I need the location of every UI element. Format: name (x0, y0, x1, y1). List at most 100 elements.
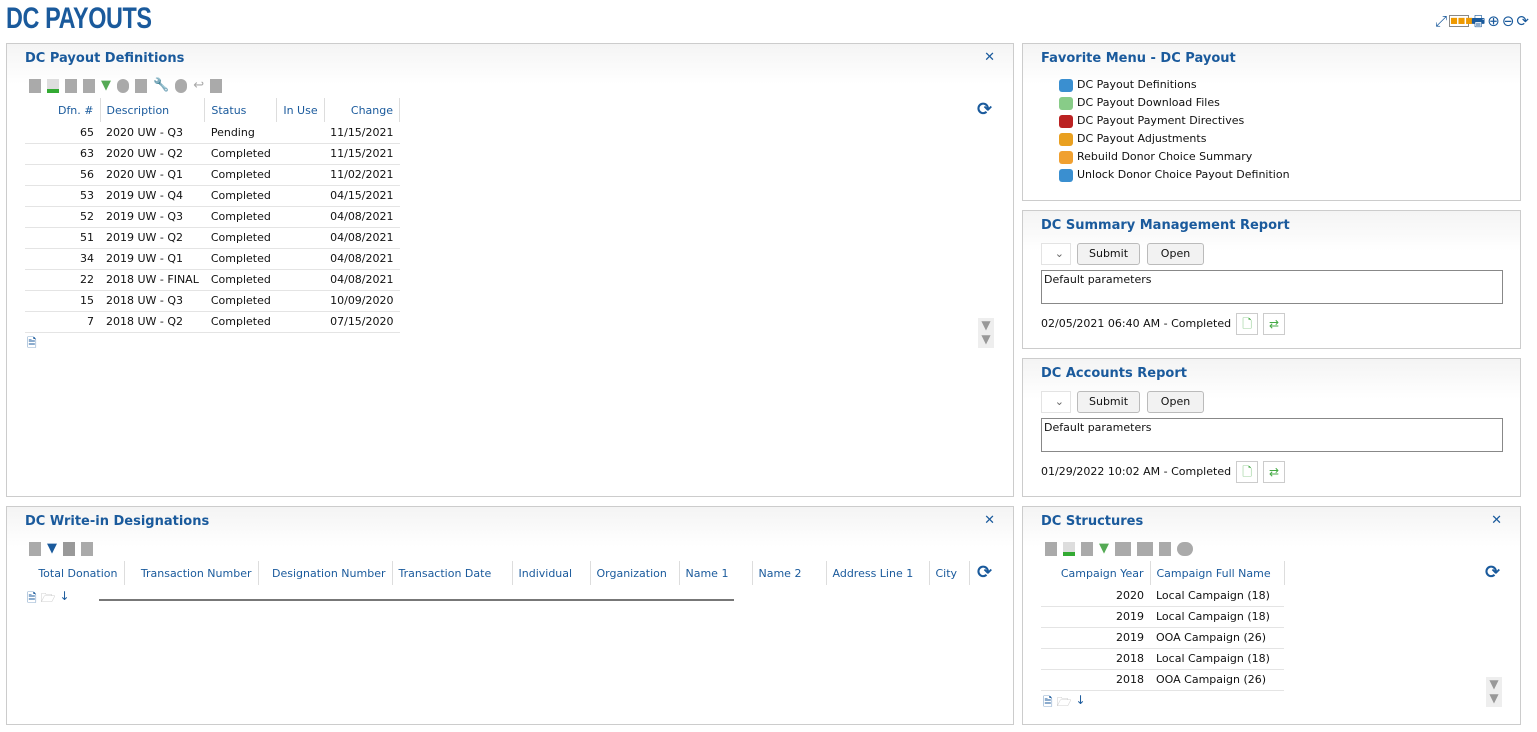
export-excel-icon[interactable]: 🗎 (1043, 693, 1053, 714)
column-header[interactable]: Description (100, 98, 206, 122)
download-icon[interactable]: ↓ (1076, 693, 1086, 714)
column-header[interactable]: Status (204, 98, 278, 122)
column-header[interactable]: Designation Number (258, 561, 393, 585)
table-row[interactable]: 2018 OOA Campaign (26) (1041, 669, 1284, 691)
report-format-select[interactable]: ⌄ (1041, 391, 1071, 413)
undo-icon[interactable]: ↩ (193, 79, 204, 93)
table-row[interactable]: 52 2019 UW - Q3 Completed 04/08/2021 (25, 206, 400, 228)
table-row[interactable]: 2019 Local Campaign (18) (1041, 606, 1284, 628)
parameters-field[interactable]: Default parameters (1041, 418, 1503, 452)
column-header[interactable]: Campaign Year (1041, 561, 1151, 585)
table-row[interactable]: 2019 OOA Campaign (26) (1041, 627, 1284, 649)
table-row[interactable]: 22 2018 UW - FINAL Completed 04/08/2021 (25, 269, 400, 291)
refresh-icon[interactable]: ⟳ (977, 99, 992, 120)
maximize-icon[interactable]: ✕ (984, 50, 995, 65)
wrench-icon[interactable]: 🔧 (153, 79, 169, 93)
open-folder-icon[interactable]: 🗁 (1057, 693, 1072, 714)
delete-icon[interactable] (1081, 542, 1093, 556)
copy-icon[interactable] (1159, 542, 1171, 556)
dollar-icon[interactable] (175, 79, 188, 93)
remove-circle-icon[interactable]: ⊖ (1502, 13, 1515, 29)
horizontal-scrollbar[interactable] (99, 599, 734, 601)
new-icon[interactable] (1045, 542, 1057, 556)
column-header[interactable]: In Use (276, 98, 325, 122)
export-excel-icon[interactable]: 🗎 (27, 334, 37, 355)
scroll-to-end-button[interactable]: ▼ ▼ (1486, 677, 1502, 707)
favorite-item[interactable]: DC Payout Definitions (1059, 76, 1290, 94)
download-icon[interactable]: ↓ (60, 589, 70, 610)
open-button[interactable]: Open (1147, 391, 1204, 413)
submit-button[interactable]: Submit (1077, 243, 1140, 265)
table-row[interactable]: 65 2020 UW - Q3 Pending 11/15/2021 (25, 122, 400, 144)
column-header[interactable]: Organization (590, 561, 680, 585)
edit-icon[interactable] (1137, 542, 1153, 556)
notes-icon[interactable] (210, 79, 223, 93)
grid-icon[interactable] (81, 542, 93, 556)
open-folder-icon[interactable]: 🗁 (41, 589, 56, 610)
report-format-select[interactable]: ⌄ (1041, 243, 1071, 265)
table-row[interactable]: 63 2020 UW - Q2 Completed 11/15/2021 (25, 143, 400, 165)
edit-icon[interactable] (65, 79, 77, 93)
column-header[interactable]: Dfn. # (25, 98, 101, 122)
delete-icon[interactable] (83, 79, 95, 93)
scroll-to-end-button[interactable]: ▼ ▼ (978, 318, 994, 348)
maximize-icon[interactable]: ✕ (984, 513, 995, 528)
refresh-icon[interactable]: ⟳ (1485, 562, 1500, 583)
parameters-field[interactable]: Default parameters (1041, 270, 1503, 304)
calculator-icon[interactable] (63, 542, 75, 556)
favorite-label[interactable]: DC Payout Definitions (1077, 76, 1197, 94)
export-excel-icon[interactable]: 🗎 (27, 589, 37, 610)
column-header[interactable]: Total Donation (25, 561, 125, 585)
column-header[interactable]: Transaction Number (124, 561, 259, 585)
print-icon[interactable]: 🖶 (1471, 13, 1485, 29)
maximize-icon[interactable]: ✕ (1491, 513, 1502, 528)
table-row[interactable]: 15 2018 UW - Q3 Completed 10/09/2020 (25, 290, 400, 312)
add-icon[interactable] (1063, 542, 1075, 556)
column-header[interactable]: City (929, 561, 970, 585)
favorite-label[interactable]: DC Payout Adjustments (1077, 130, 1206, 148)
favorite-item[interactable]: DC Payout Payment Directives (1059, 112, 1290, 130)
copy-icon[interactable] (135, 79, 147, 93)
table-row[interactable]: 34 2019 UW - Q1 Completed 04/08/2021 (25, 248, 400, 270)
table-row[interactable]: 51 2019 UW - Q2 Completed 04/08/2021 (25, 227, 400, 249)
filter-icon[interactable]: ▼ (1099, 542, 1109, 556)
column-header[interactable]: Name 1 (679, 561, 753, 585)
idea-icon[interactable] (117, 79, 129, 93)
favorite-label[interactable]: DC Payout Payment Directives (1077, 112, 1244, 130)
table-row[interactable]: 2020 Local Campaign (18) (1041, 585, 1284, 607)
table-row[interactable]: 2018 Local Campaign (18) (1041, 648, 1284, 670)
filter-icon[interactable]: ▼ (101, 79, 111, 93)
table-row[interactable]: 7 2018 UW - Q2 Completed 07/15/2020 (25, 311, 400, 333)
favorite-item[interactable]: DC Payout Download Files (1059, 94, 1290, 112)
favorite-label[interactable]: Rebuild Donor Choice Summary (1077, 148, 1252, 166)
column-header[interactable]: Change (324, 98, 401, 122)
favorite-item[interactable]: DC Payout Adjustments (1059, 130, 1290, 148)
table-row[interactable]: 56 2020 UW - Q1 Completed 11/02/2021 (25, 164, 400, 186)
rerun-icon[interactable]: ⇄ (1263, 461, 1286, 483)
document-icon[interactable]: 🗋 (1236, 313, 1259, 335)
column-header[interactable]: Name 2 (752, 561, 827, 585)
print-icon[interactable] (1115, 542, 1131, 556)
table-row[interactable]: 53 2019 UW - Q4 Completed 04/15/2021 (25, 185, 400, 207)
column-header[interactable]: Transaction Date (392, 561, 513, 585)
expand-icon[interactable]: ⤢ (1435, 13, 1447, 29)
refresh-icon[interactable]: ⟳ (977, 562, 992, 583)
rerun-icon[interactable]: ⇄ (1263, 313, 1286, 335)
column-header[interactable]: Individual (512, 561, 591, 585)
add-circle-icon[interactable]: ⊕ (1487, 13, 1500, 29)
new-icon[interactable] (29, 79, 41, 93)
favorite-item[interactable]: Unlock Donor Choice Payout Definition (1059, 166, 1290, 184)
favorite-label[interactable]: DC Payout Download Files (1077, 94, 1220, 112)
circle-icon[interactable] (1177, 542, 1193, 556)
submit-button[interactable]: Submit (1077, 391, 1140, 413)
new-icon[interactable] (29, 542, 41, 556)
favorite-label[interactable]: Unlock Donor Choice Payout Definition (1077, 166, 1290, 184)
document-icon[interactable]: 🗋 (1236, 461, 1259, 483)
column-header[interactable]: Address Line 1 (826, 561, 930, 585)
open-button[interactable]: Open (1147, 243, 1204, 265)
column-header[interactable]: Campaign Full Name (1150, 561, 1285, 585)
favorite-item[interactable]: Rebuild Donor Choice Summary (1059, 148, 1290, 166)
refresh-icon[interactable]: ⟳ (1516, 13, 1529, 29)
add-icon[interactable] (47, 79, 59, 93)
filter-icon[interactable]: ▼ (47, 542, 57, 556)
